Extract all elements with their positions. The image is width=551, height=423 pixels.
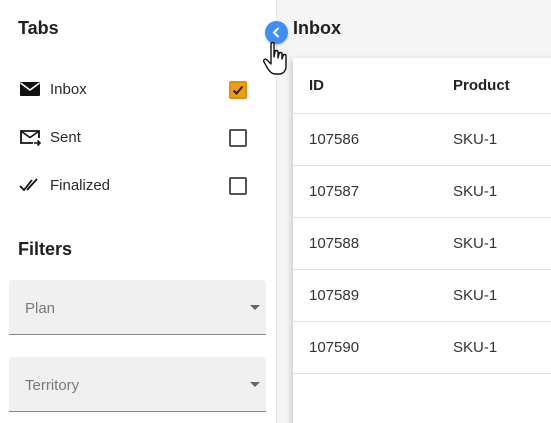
- territory-select[interactable]: Territory: [9, 357, 266, 412]
- data-table: ID Product 107586 SKU-1 107587 SKU-1 107…: [293, 58, 551, 423]
- chevron-down-icon: [250, 305, 260, 310]
- tab-sent-label: Sent: [50, 129, 81, 146]
- table-row[interactable]: 107588 SKU-1: [293, 218, 551, 270]
- sidebar: Tabs Inbox Sent Finalized Filters Plan T…: [0, 0, 277, 423]
- cell-id: 107590: [309, 339, 360, 356]
- table-row[interactable]: 107590 SKU-1: [293, 322, 551, 374]
- cell-id: 107586: [309, 131, 360, 148]
- plan-select-placeholder: Plan: [25, 300, 56, 317]
- page-title: Inbox: [293, 18, 341, 38]
- tab-inbox-label: Inbox: [50, 81, 87, 98]
- cell-id: 107587: [309, 183, 360, 200]
- column-header-id[interactable]: ID: [309, 77, 324, 94]
- table-row[interactable]: 107586 SKU-1: [293, 114, 551, 166]
- cell-product: SKU-1: [453, 183, 498, 200]
- double-check-icon: [19, 176, 41, 196]
- filters-heading: Filters: [18, 239, 73, 259]
- table-row[interactable]: 107589 SKU-1: [293, 270, 551, 322]
- chevron-down-icon: [250, 382, 260, 387]
- cell-product: SKU-1: [453, 287, 498, 304]
- tab-finalized-label: Finalized: [50, 177, 111, 194]
- cell-product: SKU-1: [453, 339, 498, 356]
- cell-id: 107588: [309, 235, 360, 252]
- tab-sent-checkbox[interactable]: [229, 129, 247, 147]
- column-header-product[interactable]: Product: [453, 77, 510, 94]
- cell-product: SKU-1: [453, 131, 498, 148]
- tab-finalized[interactable]: Finalized: [0, 168, 277, 204]
- cell-id: 107589: [309, 287, 360, 304]
- hand-cursor-icon: [262, 40, 292, 80]
- table-header: ID Product: [293, 58, 551, 114]
- tab-inbox[interactable]: Inbox: [0, 72, 277, 108]
- chevron-left-icon: [272, 27, 279, 38]
- tab-inbox-checkbox[interactable]: [229, 81, 247, 99]
- tab-finalized-checkbox[interactable]: [229, 177, 247, 195]
- mail-icon: [19, 80, 41, 100]
- tab-sent[interactable]: Sent: [0, 120, 277, 156]
- cell-product: SKU-1: [453, 235, 498, 252]
- tabs-heading: Tabs: [18, 18, 59, 38]
- territory-select-placeholder: Territory: [25, 377, 80, 394]
- plan-select[interactable]: Plan: [9, 280, 266, 335]
- table-row[interactable]: 107587 SKU-1: [293, 166, 551, 218]
- mail-sent-icon: [19, 128, 42, 148]
